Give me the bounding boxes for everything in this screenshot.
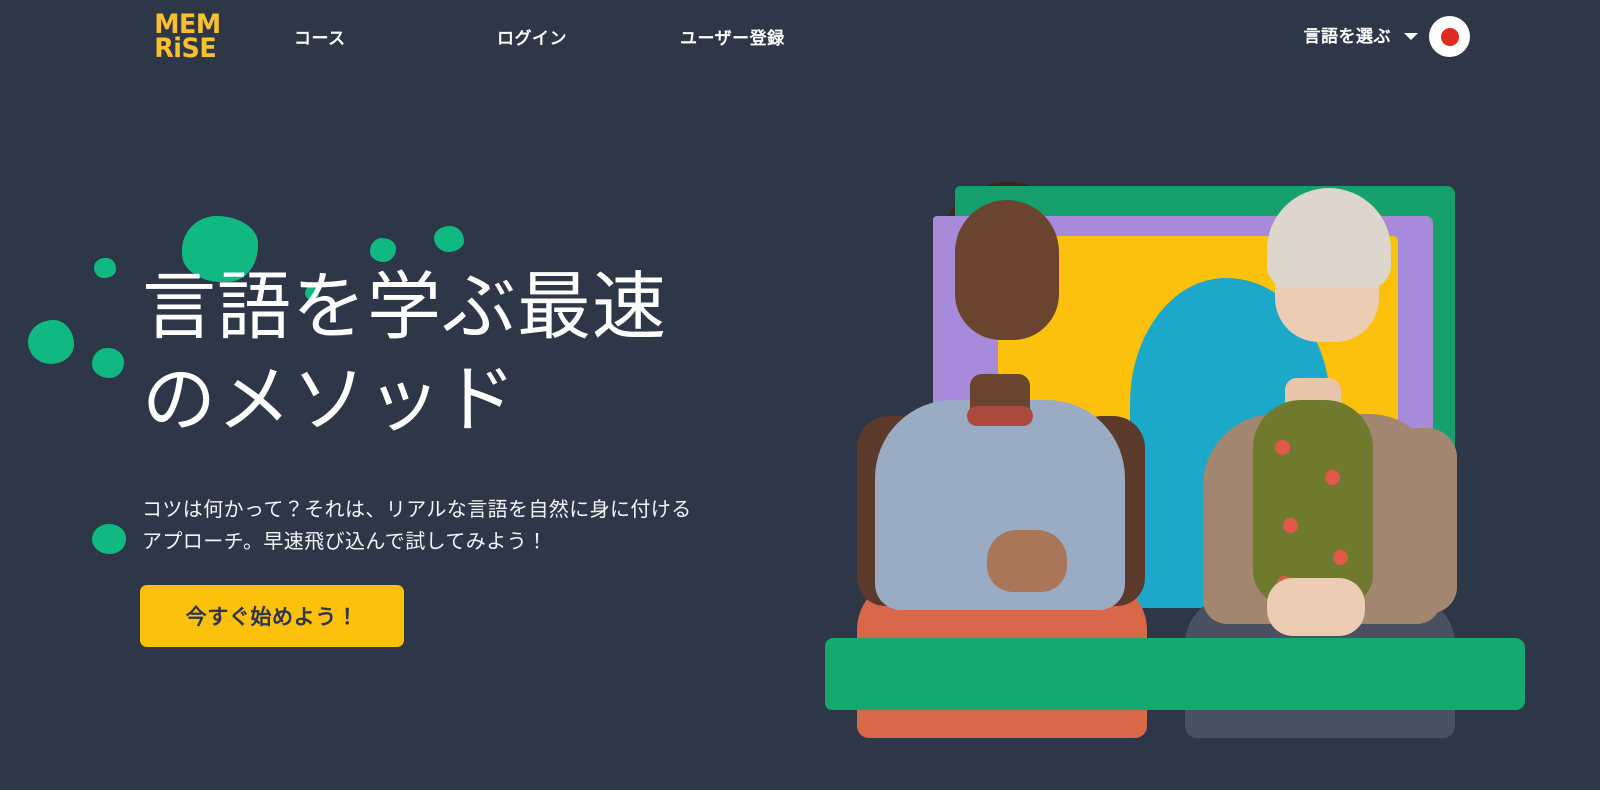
memrise-logo[interactable]: MEM RiSE bbox=[154, 8, 224, 66]
hero-title: 言語を学ぶ最速 のメソッド bbox=[142, 267, 667, 443]
person-right-hands bbox=[1267, 578, 1365, 636]
person-left-necklace bbox=[967, 406, 1033, 426]
chevron-down-icon bbox=[1404, 32, 1418, 40]
green-splat-decoration bbox=[434, 226, 464, 252]
paint-block-green-bottom bbox=[825, 638, 1525, 710]
hero-image bbox=[815, 178, 1535, 738]
nav-item-login[interactable]: ログイン bbox=[497, 24, 567, 49]
green-splat-decoration bbox=[92, 524, 126, 554]
person-left-hands bbox=[987, 530, 1067, 592]
get-started-button[interactable]: 今すぐ始めよう！ bbox=[140, 585, 404, 647]
person-left-head bbox=[955, 200, 1059, 340]
flag-red-circle bbox=[1440, 27, 1459, 46]
green-splat-decoration bbox=[92, 348, 124, 378]
nav-item-courses[interactable]: コース bbox=[294, 24, 346, 49]
logo-line-two: RiSE bbox=[154, 33, 217, 64]
scarf-dot bbox=[1333, 550, 1348, 565]
green-splat-decoration bbox=[28, 320, 74, 364]
language-picker-label: 言語を選ぶ bbox=[1303, 27, 1391, 46]
person-right-scarf bbox=[1253, 400, 1373, 605]
scarf-dot bbox=[1283, 518, 1298, 533]
hero-subtitle: コツは何かって？それは、リアルな言語を自然に身に付ける アプローチ。早速飛び込ん… bbox=[142, 499, 692, 554]
language-picker[interactable]: 言語を選ぶ bbox=[1303, 22, 1418, 47]
page-root: MEM RiSE コース ログイン ユーザー登録 言語を選ぶ 言語を学ぶ最速 の… bbox=[0, 0, 1600, 790]
hero-heading-wrap: 言語を学ぶ最速 のメソッド bbox=[142, 262, 782, 448]
top-navbar: MEM RiSE コース ログイン ユーザー登録 言語を選ぶ bbox=[0, 0, 1600, 72]
green-splat-decoration bbox=[370, 238, 396, 262]
scarf-dot bbox=[1325, 470, 1340, 485]
green-splat-decoration bbox=[94, 258, 116, 278]
japan-flag-icon[interactable] bbox=[1429, 16, 1470, 57]
nav-item-signup[interactable]: ユーザー登録 bbox=[680, 24, 785, 49]
scarf-dot bbox=[1275, 440, 1290, 455]
